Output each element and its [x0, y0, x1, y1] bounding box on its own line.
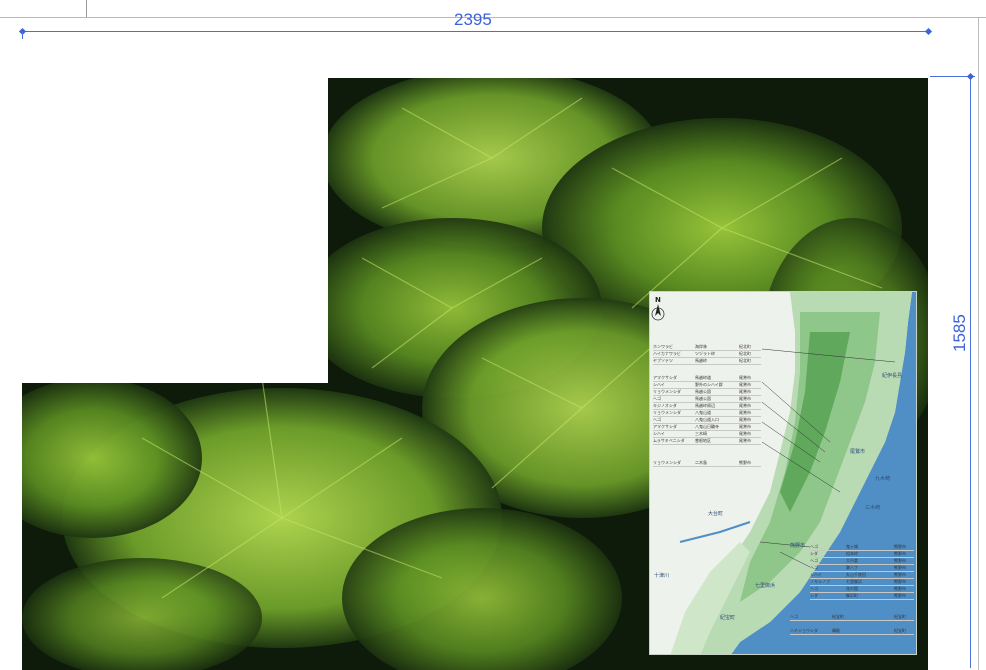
legend-row: ヘゴ 鬼ヶ城 熊野市	[810, 544, 914, 551]
place-label: 紀宝町	[720, 615, 736, 621]
legend-row: キジノオシダ 馬越峠周辺 尾鷲市	[653, 403, 761, 410]
legend-row: シハイ 野外のシハイ群 尾鷲市	[653, 382, 761, 389]
frame-divider	[86, 0, 87, 17]
right-frame-line	[978, 18, 979, 670]
legend-row: ホンワラビ 海岸林 紀北町	[653, 344, 761, 351]
width-dimension-line	[22, 31, 928, 32]
height-dimension-label: 1585	[950, 314, 969, 352]
legend-row: ヤブソテツ 馬越峠 紀北町	[653, 358, 761, 365]
place-label: 三木崎	[865, 505, 881, 511]
legend-row: ハチジョウシダ 鵜殿 紀宝町	[790, 628, 914, 635]
width-dimension-end-marker	[924, 27, 933, 36]
place-label: 七里御浜	[755, 583, 776, 589]
height-dimension-start-marker	[966, 72, 975, 81]
legend-row: リョウメンシダ 馬越公園 尾鷲市	[653, 389, 761, 396]
place-label: 尾鷲市	[850, 449, 866, 455]
north-label: N	[655, 296, 661, 304]
legend-row: シハイ 三木崎 尾鷲市	[653, 431, 761, 438]
place-label: 熊野市	[790, 543, 806, 549]
fern-location-map: N ホンワラビ 海岸林 紀北町 ハイカナワラビ ツヅラト峠 紀北町 ヤブソテツ 馬越峠 紀北…	[649, 291, 917, 655]
legend-row: ヘゴ 馬越公園 尾鷲市	[653, 396, 761, 403]
width-dimension-label: 2395	[454, 10, 492, 29]
legend-row: ノキシノブ 七里御浜 熊野市	[810, 579, 914, 586]
width-dimension-left-tick	[22, 31, 23, 39]
legend-row: ヘゴ 大丹倉 熊野市	[810, 558, 914, 565]
legend-row: ヘゴ 花の窟 熊野市	[810, 586, 914, 593]
legend-row: ヘゴ 瀞八丁 熊野市	[810, 565, 914, 572]
legend-row: ヘゴ 紀宝町 紀宝町	[790, 614, 914, 621]
legend-row: リョウメンシダ 二木島 熊野市	[653, 460, 761, 467]
legend-row: シダ 松本峠 熊野市	[810, 551, 914, 558]
legend-row: ムラサキベニシダ 曽根地区 尾鷲市	[653, 438, 761, 445]
place-label: 大台町	[708, 511, 724, 517]
legend-row: アマクサシダ 八鬼山日輪寺 尾鷲市	[653, 424, 761, 431]
place-label: 九木崎	[875, 476, 891, 482]
legend-row: アマクサシダ 馬越峠道 尾鷲市	[653, 375, 761, 382]
legend-row: リョウメンシダ 八鬼山道 尾鷲市	[653, 410, 761, 417]
legend-row: ハイカナワラビ ツヅラト峠 紀北町	[653, 351, 761, 358]
legend-row: シハイ 丸山千枚田 熊野市	[810, 572, 914, 579]
place-label: 紀伊長島	[882, 373, 903, 379]
top-frame-strip	[0, 0, 986, 18]
legend-row: シダ 御浜町 熊野市	[810, 593, 914, 600]
legend-row: ヘゴ 八鬼山道入口 尾鷲市	[653, 417, 761, 424]
height-dimension-line	[970, 76, 971, 668]
place-label: 十津川	[654, 573, 670, 579]
